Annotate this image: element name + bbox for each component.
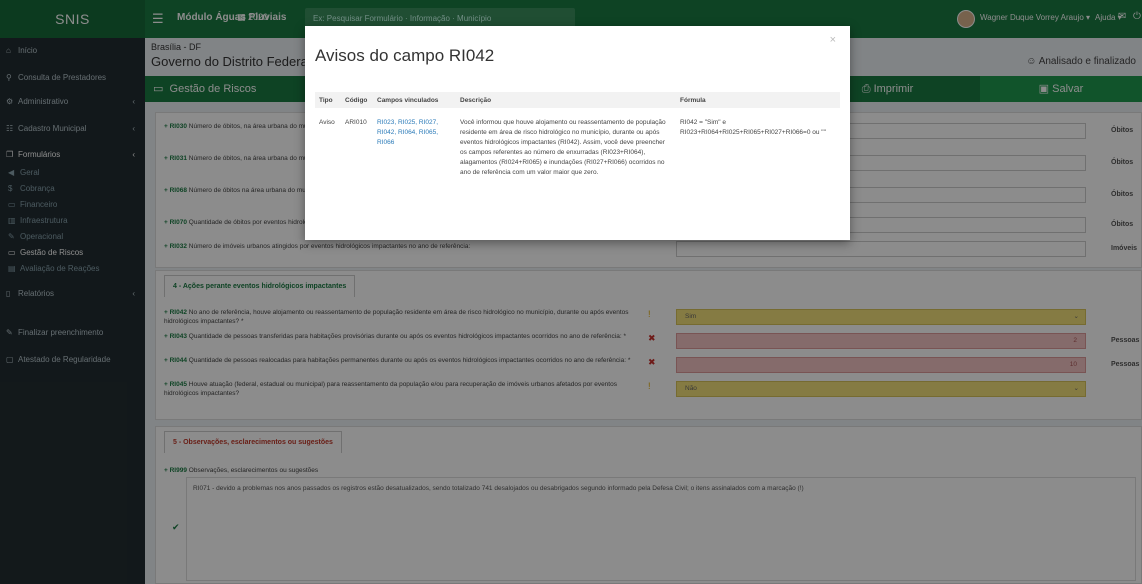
cell-formula: RI042 = "Sim" e RI023+RI064+RI025+RI065+… bbox=[680, 119, 826, 136]
modal-title: Avisos do campo RI042 bbox=[315, 46, 495, 65]
header-descricao: Descrição bbox=[460, 97, 492, 104]
cell-tipo: Aviso bbox=[319, 119, 335, 126]
close-icon[interactable]: × bbox=[830, 34, 836, 46]
cell-campos-links[interactable]: RI023, RI025, RI027, RI042, RI064, RI065… bbox=[377, 118, 455, 148]
table-header: Tipo Código Campos vinculados Descrição … bbox=[315, 92, 840, 108]
header-tipo: Tipo bbox=[319, 97, 333, 104]
cell-descricao: Você informou que houve alojamento ou re… bbox=[460, 119, 666, 176]
cell-codigo: ARI010 bbox=[345, 119, 367, 126]
header-formula: Fórmula bbox=[680, 97, 706, 104]
header-campos: Campos vinculados bbox=[377, 97, 439, 104]
warnings-modal: Avisos do campo RI042 × Tipo Código Camp… bbox=[305, 26, 850, 240]
header-codigo: Código bbox=[345, 97, 368, 104]
